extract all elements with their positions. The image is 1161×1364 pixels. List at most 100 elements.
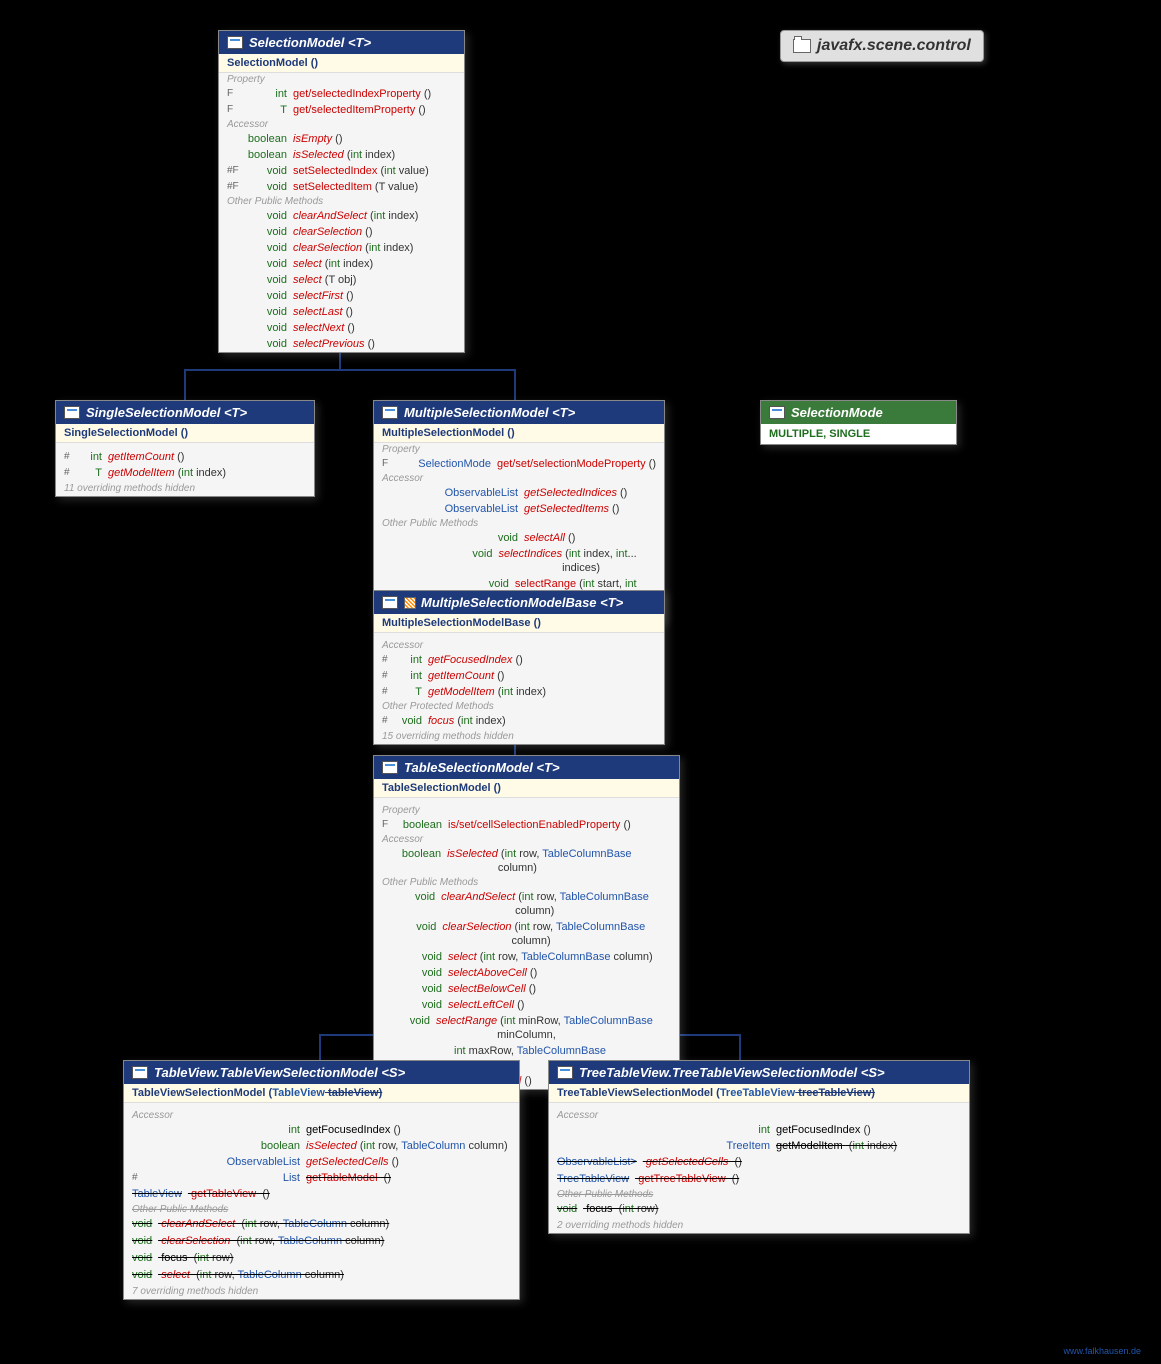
enum-selectionmode: SelectionMode MULTIPLE, SINGLE (760, 400, 957, 445)
member-row: void clearAndSelect (int index) (219, 208, 464, 224)
enum-icon (769, 406, 785, 419)
constructor: TableViewSelectionModel (TableView table… (124, 1084, 519, 1103)
member-row: void selectBelowCell () (374, 981, 679, 997)
member-row: void clearSelection (int row, TableColum… (124, 1233, 519, 1250)
class-icon (64, 406, 80, 419)
member-row: # List getTableModel () (124, 1170, 519, 1186)
package-private-icon (404, 597, 416, 609)
class-treetableviewselectionmodel: TreeTableView.TreeTableViewSelectionMode… (548, 1060, 970, 1234)
section-header: Accessor (549, 1109, 969, 1122)
member-row: # int getItemCount () (56, 449, 314, 465)
member-row: F T get/selectedItemProperty () (219, 102, 464, 118)
member-row: # void focus (int index) (374, 713, 664, 729)
member-row: void selectRange (int minRow, TableColum… (374, 1013, 679, 1043)
member-row: F int get/selectedIndexProperty () (219, 86, 464, 102)
member-row: void selectLeftCell () (374, 997, 679, 1013)
package-label: javafx.scene.control (780, 30, 984, 62)
member-row: TableView getTableView () (124, 1186, 519, 1203)
class-icon (132, 1066, 148, 1079)
member-row: #F void setSelectedIndex (int value) (219, 163, 464, 179)
class-header: TableView.TableViewSelectionModel <S> (124, 1061, 519, 1084)
member-row: int getFocusedIndex () (124, 1122, 519, 1138)
member-row: void selectFirst () (219, 288, 464, 304)
class-multipleselectionmodel: MultipleSelectionModel <T> MultipleSelec… (373, 400, 665, 622)
constructor: MultipleSelectionModelBase () (374, 614, 664, 633)
member-row: void selectNext () (219, 320, 464, 336)
class-header: MultipleSelectionModelBase <T> (374, 591, 664, 614)
member-row: #F void setSelectedItem (T value) (219, 179, 464, 195)
member-row: void selectAll () (374, 530, 664, 546)
member-row: void focus (int row) (124, 1250, 519, 1267)
member-row: ObservableList> getSelectedCells () (549, 1154, 969, 1171)
section-header: Other Public Methods (549, 1188, 969, 1201)
footer-link[interactable]: www.falkhausen.de (1063, 1346, 1141, 1356)
member-row: void clearSelection (int index) (219, 240, 464, 256)
class-tableselectionmodel: TableSelectionModel <T> TableSelectionMo… (373, 755, 680, 1090)
class-icon (382, 406, 398, 419)
constructor: TableSelectionModel () (374, 779, 679, 798)
section-header: Other Public Methods (219, 195, 464, 208)
member-row: void clearAndSelect (int row, TableColum… (124, 1216, 519, 1233)
hidden-note: 2 overriding methods hidden (549, 1218, 969, 1233)
enum-values: MULTIPLE, SINGLE (761, 424, 956, 444)
class-icon (382, 596, 398, 609)
section-header: Accessor (219, 118, 464, 131)
class-icon (227, 36, 243, 49)
constructor: SingleSelectionModel () (56, 424, 314, 443)
class-tableviewselectionmodel: TableView.TableViewSelectionModel <S> Ta… (123, 1060, 520, 1300)
member-row: F boolean is/set/cellSelectionEnabledPro… (374, 817, 679, 833)
member-row: void clearSelection () (219, 224, 464, 240)
constructor: MultipleSelectionModel () (374, 424, 664, 443)
class-header: MultipleSelectionModel <T> (374, 401, 664, 424)
member-row: boolean isSelected (int row, TableColumn… (374, 846, 679, 876)
class-icon (382, 761, 398, 774)
enum-header: SelectionMode (761, 401, 956, 424)
section-header: Accessor (374, 472, 664, 485)
member-row: TreeItem getModelItem (int index) (549, 1138, 969, 1154)
member-row: boolean isSelected (int index) (219, 147, 464, 163)
member-row: ObservableList getSelectedIndices () (374, 485, 664, 501)
member-row: TreeTableView getTreeTableView () (549, 1171, 969, 1188)
section-header: Property (374, 804, 679, 817)
member-row: ObservableList getSelectedCells () (124, 1154, 519, 1170)
section-header: Property (374, 443, 664, 456)
member-row: void select (int index) (219, 256, 464, 272)
member-row: void selectLast () (219, 304, 464, 320)
member-row: void selectAboveCell () (374, 965, 679, 981)
member-row: void clearAndSelect (int row, TableColum… (374, 889, 679, 919)
class-header: TableSelectionModel <T> (374, 756, 679, 779)
member-row: void clearSelection (int row, TableColum… (374, 919, 679, 949)
section-header: Accessor (374, 833, 679, 846)
constructor: TreeTableViewSelectionModel (TreeTableVi… (549, 1084, 969, 1103)
class-selectionmodel: SelectionModel <T> SelectionModel () Pro… (218, 30, 465, 353)
member-row: boolean isEmpty () (219, 131, 464, 147)
member-row: # int getFocusedIndex () (374, 652, 664, 668)
class-singleselectionmodel: SingleSelectionModel <T> SingleSelection… (55, 400, 315, 497)
member-row: void select (int row, TableColumn column… (124, 1267, 519, 1284)
class-multipleselectionmodelbase: MultipleSelectionModelBase <T> MultipleS… (373, 590, 665, 745)
member-row: boolean isSelected (int row, TableColumn… (124, 1138, 519, 1154)
constructor: SelectionModel () (219, 54, 464, 73)
section-header: Other Public Methods (374, 876, 679, 889)
member-row: # T getModelItem (int index) (56, 465, 314, 481)
package-icon (793, 39, 811, 53)
member-row: void focus (int row) (549, 1201, 969, 1218)
member-row: void selectIndices (int index, int... in… (374, 546, 664, 576)
section-header: Accessor (374, 639, 664, 652)
hidden-note: 15 overriding methods hidden (374, 729, 664, 744)
class-icon (557, 1066, 573, 1079)
section-header: Other Protected Methods (374, 700, 664, 713)
section-header: Other Public Methods (124, 1203, 519, 1216)
hidden-note: 7 overriding methods hidden (124, 1284, 519, 1299)
class-header: SingleSelectionModel <T> (56, 401, 314, 424)
member-row: # T getModelItem (int index) (374, 684, 664, 700)
member-row: # int getItemCount () (374, 668, 664, 684)
member-row: int getFocusedIndex () (549, 1122, 969, 1138)
section-header: Property (219, 73, 464, 86)
hidden-note: 11 overriding methods hidden (56, 481, 314, 496)
member-row: ObservableList getSelectedItems () (374, 501, 664, 517)
member-row: void select (int row, TableColumnBase co… (374, 949, 679, 965)
member-row: void selectPrevious () (219, 336, 464, 352)
section-header: Other Public Methods (374, 517, 664, 530)
class-header: TreeTableView.TreeTableViewSelectionMode… (549, 1061, 969, 1084)
